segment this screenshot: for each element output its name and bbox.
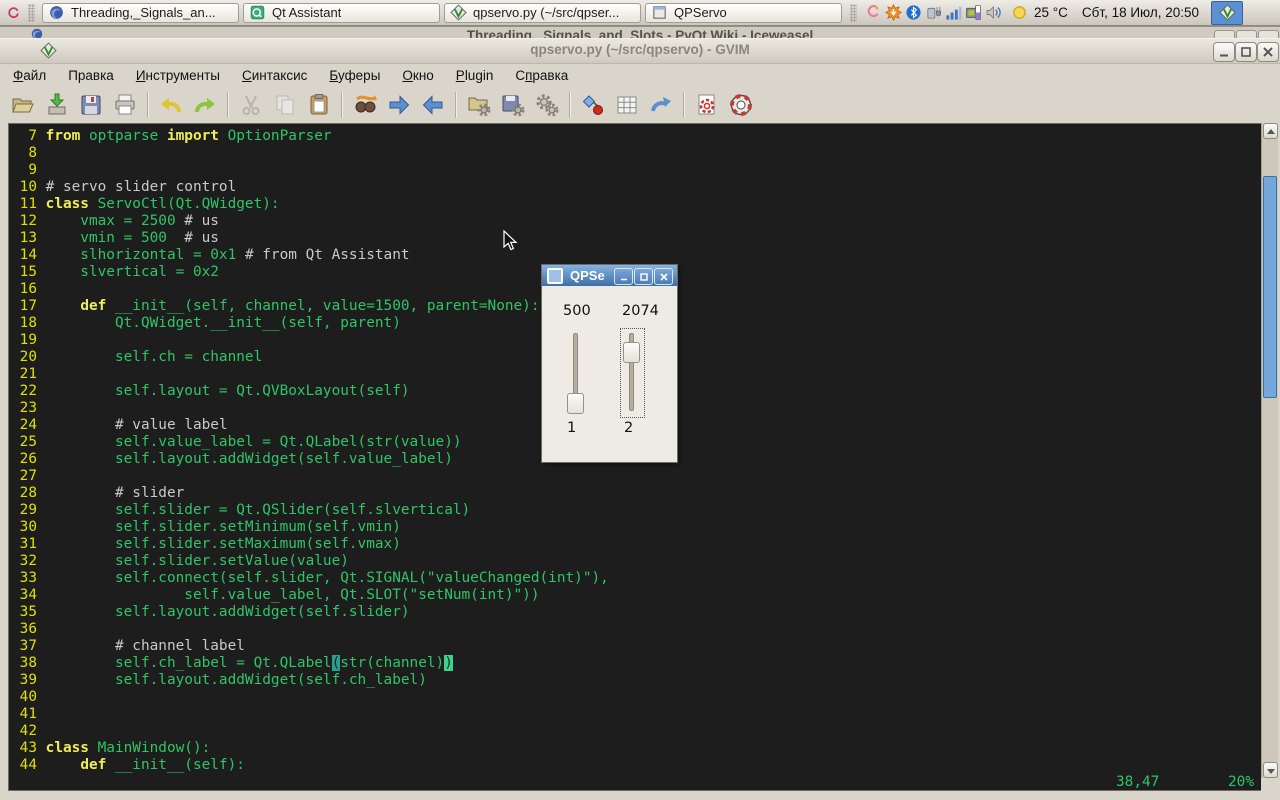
run-script-button[interactable] xyxy=(534,92,560,118)
help-find-button[interactable] xyxy=(694,92,720,118)
menu-plugin[interactable]: Plugin xyxy=(445,65,505,86)
taskbar-window-label: qpservo.py (~/src/qpser... xyxy=(473,5,619,20)
menu-инструменты[interactable]: Инструменты xyxy=(125,65,231,86)
find-prev-button[interactable] xyxy=(420,92,446,118)
toolbar xyxy=(6,87,758,123)
print-button[interactable] xyxy=(112,92,138,118)
menu-справка[interactable]: Справка xyxy=(504,65,579,86)
power-plug-icon[interactable] xyxy=(925,4,943,22)
copy-button[interactable] xyxy=(272,92,298,118)
paste-button[interactable] xyxy=(306,92,332,118)
slider1-value-label: 500 xyxy=(563,303,591,319)
menu-окно[interactable]: Окно xyxy=(391,65,444,86)
menubar: ФайлПравкаИнструментыСинтаксисБуферыОкно… xyxy=(2,63,579,87)
slider2-value-label: 2074 xyxy=(622,303,659,319)
close-button[interactable] xyxy=(1257,42,1279,62)
tray-grip xyxy=(850,4,857,22)
qpservo-window-title: QPSe xyxy=(570,268,605,283)
redo-button[interactable] xyxy=(192,92,218,118)
taskbar-window-button[interactable]: QPServo xyxy=(645,3,842,23)
menu-файл[interactable]: Файл xyxy=(2,65,57,86)
memory-icon[interactable] xyxy=(965,4,983,22)
taskbar-grip xyxy=(28,4,35,22)
save-all-button[interactable] xyxy=(78,92,104,118)
find-next-button[interactable] xyxy=(386,92,412,118)
gvim-window-title: qpservo.py (~/src/qpservo) - GVIM xyxy=(0,42,1280,57)
cut-button[interactable] xyxy=(238,92,264,118)
taskbar-window-button[interactable]: Threading,_Signals_an... xyxy=(42,3,239,23)
scrollbar-thumb[interactable] xyxy=(1263,176,1277,398)
debian-icon xyxy=(5,4,23,22)
save-session-button[interactable] xyxy=(500,92,526,118)
load-session-button[interactable] xyxy=(466,92,492,118)
toolbar-separator xyxy=(455,92,457,118)
undo-button[interactable] xyxy=(158,92,184,118)
weather-sun-icon xyxy=(1011,4,1029,22)
toolbar-separator xyxy=(341,92,343,118)
slider1-channel-label: 1 xyxy=(567,420,576,436)
vim-icon xyxy=(1219,4,1236,21)
menu-правка[interactable]: Правка xyxy=(57,65,125,86)
slider1-handle[interactable] xyxy=(567,393,584,414)
taskbar-window-label: QPServo xyxy=(674,5,727,20)
save-button[interactable] xyxy=(44,92,70,118)
vim-icon xyxy=(450,4,467,21)
maximize-button[interactable] xyxy=(1235,42,1257,62)
iceweasel-icon xyxy=(48,4,65,21)
cursor-position-ruler: 38,47 xyxy=(1116,774,1159,790)
qpservo-close-button[interactable] xyxy=(654,268,673,285)
slider2-handle[interactable] xyxy=(623,342,640,363)
find-replace-button[interactable] xyxy=(352,92,378,118)
qt-assistant-icon xyxy=(249,4,266,21)
window-list: Threading,_Signals_an... Qt Assistant qpse… xyxy=(38,3,842,23)
mouse-cursor xyxy=(503,230,519,252)
volume-icon[interactable] xyxy=(985,4,1003,22)
system-tray xyxy=(864,4,1004,22)
weather-widget[interactable]: 25 °C xyxy=(1010,4,1068,22)
toolbar-separator xyxy=(227,92,229,118)
taskbar-window-label: Threading,_Signals_an... xyxy=(71,5,216,20)
temperature-label: 25 °C xyxy=(1034,5,1068,20)
debian-menu-icon[interactable] xyxy=(3,2,25,24)
toolbar-separator xyxy=(683,92,685,118)
scroll-up-button[interactable] xyxy=(1263,123,1278,139)
jump-tag-button[interactable] xyxy=(648,92,674,118)
make-button[interactable] xyxy=(580,92,606,118)
toolbar-separator xyxy=(147,92,149,118)
help-button[interactable] xyxy=(728,92,754,118)
vertical-scrollbar[interactable] xyxy=(1261,123,1278,778)
minimize-button[interactable] xyxy=(1213,42,1235,62)
bluetooth-icon[interactable] xyxy=(905,4,923,22)
qpservo-window: QPSe 500 2074 1 2 xyxy=(541,264,678,463)
open-button[interactable] xyxy=(10,92,36,118)
build-tags-button[interactable] xyxy=(614,92,640,118)
signal-bars-icon[interactable] xyxy=(945,4,963,22)
scroll-down-button[interactable] xyxy=(1263,762,1278,778)
taskbar-window-button[interactable]: qpservo.py (~/src/qpser... xyxy=(444,3,641,23)
qpservo-maximize-button[interactable] xyxy=(634,268,653,285)
menu-синтаксис[interactable]: Синтаксис xyxy=(231,65,318,86)
code-buffer: 7 from optparse import OptionParser 8 9 … xyxy=(11,128,609,774)
taskbar-window-label: Qt Assistant xyxy=(272,5,341,20)
gvim-titlebar[interactable]: qpservo.py (~/src/qpservo) - GVIM xyxy=(0,39,1280,64)
update-star-icon[interactable] xyxy=(885,4,903,22)
qpservo-minimize-button[interactable] xyxy=(614,268,633,285)
window-icon xyxy=(651,4,668,21)
desktop-screen: Threading,_Signals_an... Qt Assistant qpse… xyxy=(0,0,1280,800)
clock[interactable]: Сбт, 18 Июл, 20:50 xyxy=(1082,5,1199,20)
slider2-channel-label: 2 xyxy=(624,420,633,436)
scroll-percent-label: 20% xyxy=(1228,774,1254,790)
taskbar-window-button[interactable]: Qt Assistant xyxy=(243,3,440,23)
notifier-icon[interactable] xyxy=(865,4,883,22)
qpservo-window-icon xyxy=(547,268,563,284)
toolbar-separator xyxy=(569,92,571,118)
pager-active-window[interactable] xyxy=(1211,1,1243,25)
taskbar: Threading,_Signals_an... Qt Assistant qpse… xyxy=(0,0,1280,26)
menu-буферы[interactable]: Буферы xyxy=(318,65,391,86)
